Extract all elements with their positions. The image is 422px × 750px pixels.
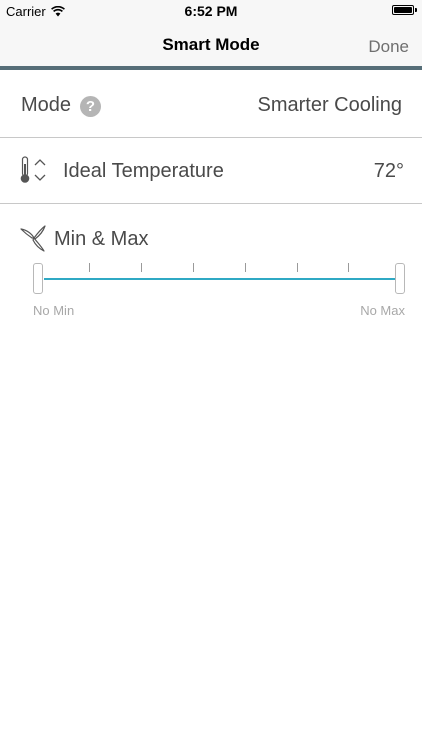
mode-value[interactable]: Smarter Cooling — [257, 94, 402, 117]
battery-cap — [415, 8, 417, 12]
slider-tick — [193, 263, 194, 272]
ideal-temperature-label: Ideal Temperature — [63, 160, 224, 182]
fan-icon — [20, 225, 46, 252]
battery-icon — [392, 5, 414, 15]
range-slider-track[interactable] — [44, 278, 396, 280]
max-slider-handle[interactable] — [395, 263, 405, 294]
ideal-temperature-value[interactable]: 72° — [374, 160, 404, 183]
navigation-bar: Smart Mode Done — [0, 22, 422, 66]
slider-min-label: No Min — [33, 303, 75, 318]
slider-tick — [141, 263, 142, 272]
smart-mode-screen: Carrier 6:52 PM Smart Mode Done Mode ? S… — [0, 0, 422, 750]
mode-label: Mode — [21, 94, 72, 116]
ideal-temperature-row[interactable]: Ideal Temperature 72° — [0, 138, 422, 204]
min-slider-handle[interactable] — [33, 263, 43, 294]
min-max-title: Min & Max — [54, 228, 149, 250]
mode-row[interactable]: Mode ? Smarter Cooling — [0, 70, 422, 138]
slider-tick — [348, 263, 349, 272]
slider-tick — [89, 263, 90, 272]
battery-level — [394, 7, 412, 13]
stepper-icon[interactable] — [33, 157, 47, 183]
min-max-section: Min & Max No Min No Max — [0, 204, 422, 334]
thermometer-icon — [20, 156, 30, 183]
help-icon[interactable]: ? — [80, 96, 101, 117]
slider-max-label: No Max — [360, 303, 405, 318]
done-button[interactable]: Done — [368, 22, 409, 66]
page-title: Smart Mode — [162, 35, 260, 54]
slider-tick — [245, 263, 246, 272]
status-bar: Carrier 6:52 PM — [0, 0, 422, 22]
slider-tick — [297, 263, 298, 272]
status-time: 6:52 PM — [184, 3, 238, 19]
